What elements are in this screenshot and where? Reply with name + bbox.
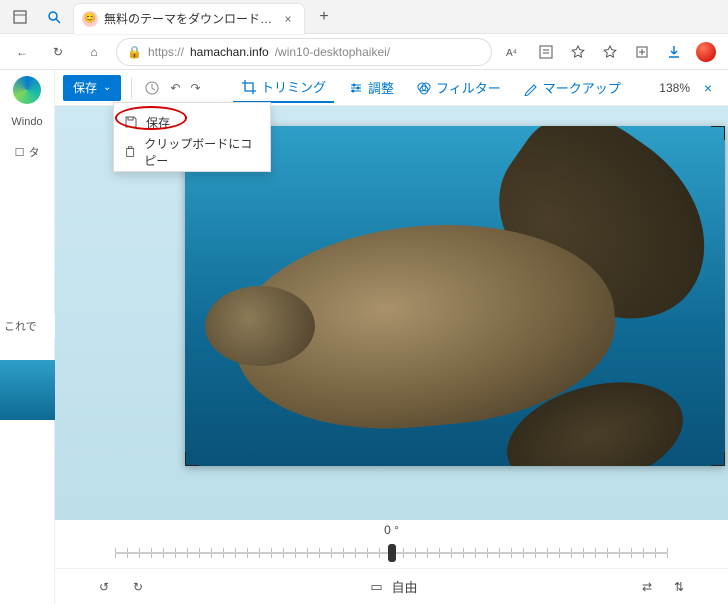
sidebar-row-icon: ☐: [15, 146, 25, 159]
tab-title: 無料のテーマをダウンロードして壁紙: [104, 10, 274, 27]
tool-adjust-label: 調整: [368, 78, 394, 97]
tool-markup-label: マークアップ: [543, 78, 621, 97]
aspect-label: 自由: [391, 577, 417, 596]
flip-vertical-button[interactable]: ⇅: [670, 578, 688, 596]
crop-frame[interactable]: [185, 126, 725, 466]
tab-close-button[interactable]: ×: [280, 11, 296, 27]
new-tab-button[interactable]: +: [310, 3, 338, 31]
tool-filter-label: フィルター: [436, 78, 501, 97]
url-path: /win10-desktophaikei/: [275, 45, 390, 59]
page-body-text: これで: [0, 314, 55, 338]
content-area: Windo ☐ タ これで 保存 ⌄ ↶ ↷ トリミング 調整: [0, 70, 728, 604]
favorites-icon[interactable]: [596, 38, 624, 66]
url-protocol: https://: [148, 45, 184, 59]
downloads-icon[interactable]: [660, 38, 688, 66]
reader-icon[interactable]: [532, 38, 560, 66]
sidebar-row-text: タ: [28, 144, 39, 160]
chevron-down-icon: ⌄: [103, 82, 111, 93]
rotate-ccw-button[interactable]: ↺: [95, 578, 113, 596]
rotation-slider[interactable]: [55, 540, 728, 568]
history-icon[interactable]: [142, 75, 162, 101]
editor-bottom-bar: ↺ ↻ ▭ 自由 ⇄ ⇅: [55, 568, 728, 604]
toolbar-right-icons: A⁴: [500, 38, 720, 66]
lock-icon: 🔒: [127, 45, 142, 59]
aspect-icon: ▭: [367, 578, 385, 596]
back-button[interactable]: ←: [8, 38, 36, 66]
dropdown-item-save-label: 保存: [146, 114, 170, 131]
extension-icon[interactable]: [692, 38, 720, 66]
zoom-level[interactable]: 138%: [659, 81, 690, 95]
favicon-icon: 😊: [82, 11, 98, 27]
url-input[interactable]: 🔒 https:// hamachan.info/win10-desktophai…: [116, 38, 492, 66]
crop-handle-tr[interactable]: [709, 126, 725, 142]
search-tabs-icon[interactable]: [40, 3, 68, 31]
tool-markup[interactable]: マークアップ: [515, 73, 629, 103]
image-editor-panel: 保存 ⌄ ↶ ↷ トリミング 調整 フィルター マークアップ: [55, 70, 728, 604]
dropdown-item-save[interactable]: 保存: [114, 107, 270, 137]
editor-close-button[interactable]: ×: [696, 76, 720, 100]
tool-adjust[interactable]: 調整: [340, 73, 402, 103]
slider-thumb[interactable]: [388, 544, 396, 562]
aspect-ratio-button[interactable]: ▭ 自由: [147, 577, 638, 596]
tab-actions-icon[interactable]: [6, 3, 34, 31]
svg-text:A⁴: A⁴: [506, 48, 517, 59]
sidebar-row[interactable]: ☐ タ: [0, 140, 54, 164]
rotation-angle-label: 0 °: [55, 520, 728, 540]
favorite-add-icon[interactable]: [564, 38, 592, 66]
browser-tab[interactable]: 😊 無料のテーマをダウンロードして壁紙 ×: [74, 4, 304, 34]
edge-logo-icon: [13, 76, 41, 104]
browser-address-bar: ← ↻ ⌂ 🔒 https:// hamachan.info/win10-desk…: [0, 34, 728, 70]
editor-toolbar: 保存 ⌄ ↶ ↷ トリミング 調整 フィルター マークアップ: [55, 70, 728, 106]
url-host: hamachan.info: [190, 45, 269, 59]
image-content: [205, 286, 315, 366]
sidebar-windows-label: Windo: [11, 116, 42, 128]
redo-button[interactable]: ↷: [188, 75, 202, 101]
undo-button[interactable]: ↶: [168, 75, 182, 101]
home-button[interactable]: ⌂: [80, 38, 108, 66]
flip-horizontal-button[interactable]: ⇄: [638, 578, 656, 596]
dropdown-item-copy-label: クリップボードにコピー: [144, 135, 260, 169]
read-aloud-icon[interactable]: A⁴: [500, 38, 528, 66]
rotate-cw-button[interactable]: ↻: [129, 578, 147, 596]
collections-icon[interactable]: [628, 38, 656, 66]
divider: [131, 78, 132, 98]
save-button[interactable]: 保存 ⌄: [63, 75, 121, 101]
browser-tab-strip: 😊 無料のテーマをダウンロードして壁紙 × +: [0, 0, 728, 34]
dropdown-item-copy[interactable]: クリップボードにコピー: [114, 137, 270, 167]
save-dropdown: 保存 クリップボードにコピー: [113, 102, 271, 172]
tool-trim[interactable]: トリミング: [233, 73, 334, 103]
tool-trim-label: トリミング: [261, 77, 326, 96]
tool-filter[interactable]: フィルター: [408, 73, 509, 103]
page-thumbnail: [0, 360, 55, 420]
crop-handle-bl[interactable]: [185, 450, 201, 466]
save-button-label: 保存: [73, 79, 97, 96]
crop-handle-br[interactable]: [709, 450, 725, 466]
refresh-button[interactable]: ↻: [44, 38, 72, 66]
